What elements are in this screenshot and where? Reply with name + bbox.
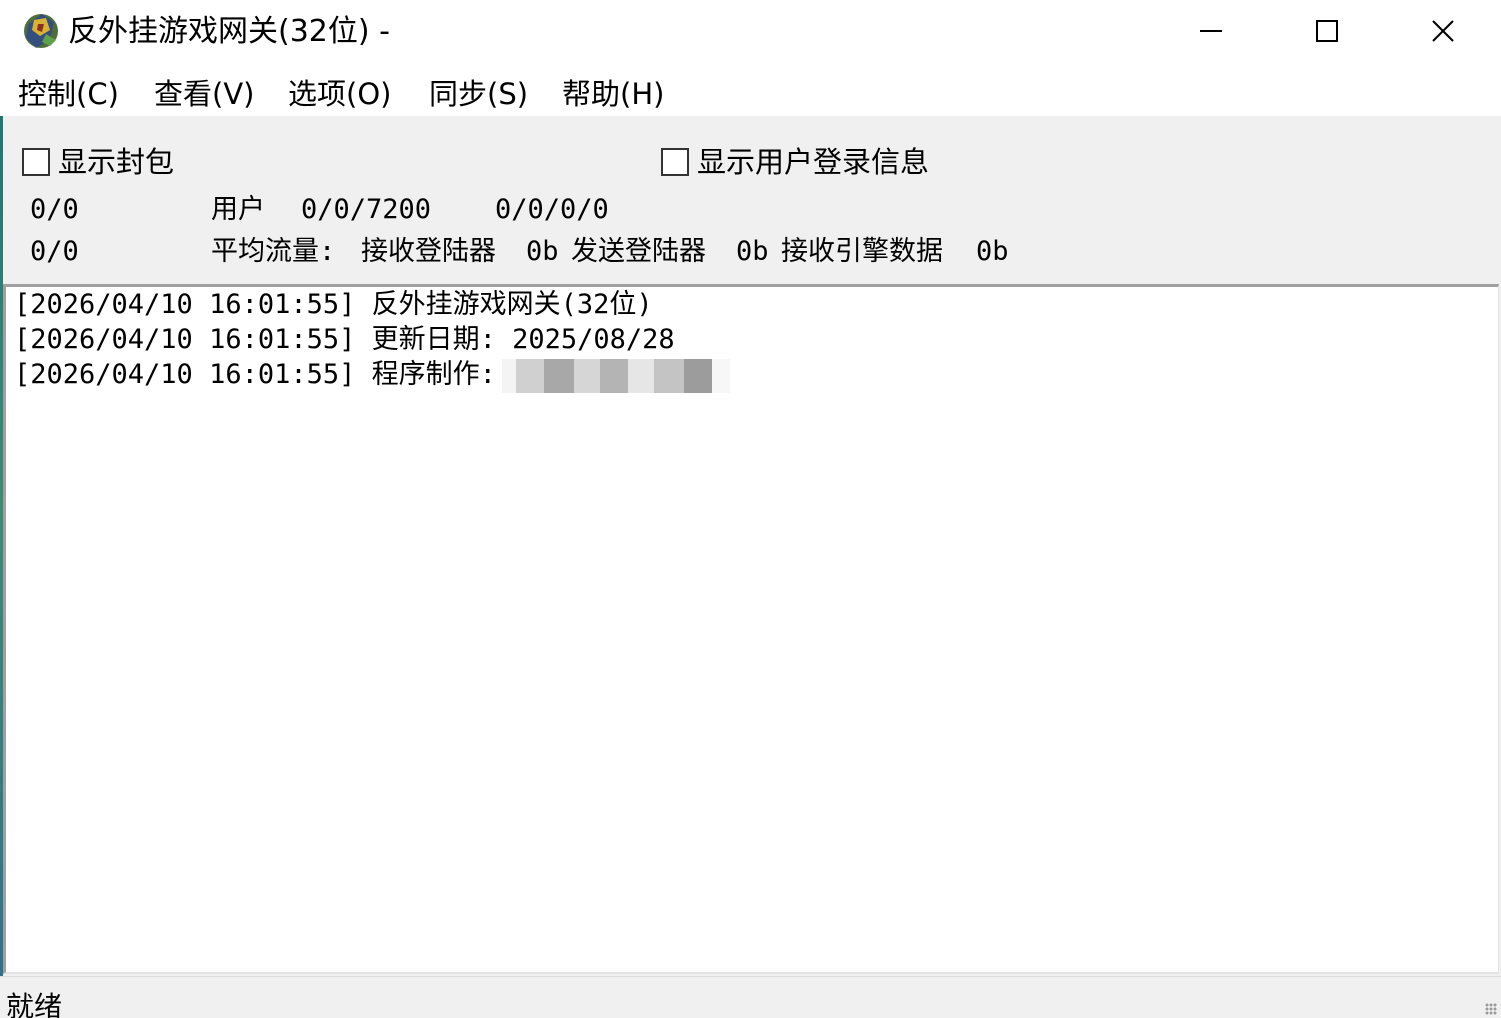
maximize-icon — [1316, 20, 1338, 42]
menu-sync[interactable]: 同步(S) — [429, 76, 528, 112]
menu-help[interactable]: 帮助(H) — [562, 76, 664, 112]
extra-counter: 0/0/0/0 — [495, 194, 609, 225]
minimize-button[interactable] — [1153, 0, 1269, 62]
window-title: 反外挂游戏网关(32位) - — [68, 14, 390, 49]
recv-login-value: 0b — [526, 236, 559, 267]
log-line-text: [2026/04/10 16:01:55] 程序制作: — [14, 359, 496, 390]
log-line: [2026/04/10 16:01:55] 更新日期: 2025/08/28 — [14, 324, 675, 355]
redacted-author — [501, 358, 730, 393]
close-button[interactable] — [1385, 0, 1501, 62]
app-icon — [20, 10, 62, 52]
recv-login-label: 接收登陆器 — [361, 236, 496, 267]
log-line: [2026/04/10 16:01:55] 反外挂游戏网关(32位) — [14, 289, 653, 320]
status-text: 就绪 — [6, 990, 63, 1018]
checkbox-box[interactable] — [22, 148, 50, 176]
checkbox-box[interactable] — [661, 148, 689, 176]
menu-bar: 控制(C) 查看(V) 选项(O) 同步(S) 帮助(H) — [0, 64, 1501, 116]
avg-traffic-label: 平均流量: — [211, 236, 336, 267]
minimize-icon — [1200, 20, 1222, 42]
show-login-info-label: 显示用户登录信息 — [697, 145, 930, 179]
show-login-info-checkbox[interactable]: 显示用户登录信息 — [661, 144, 929, 180]
send-login-value: 0b — [736, 236, 769, 267]
menu-view[interactable]: 查看(V) — [154, 76, 254, 112]
menu-control[interactable]: 控制(C) — [18, 76, 119, 112]
status-bar: 就绪 — [0, 976, 1501, 1018]
user-label: 用户 — [211, 194, 265, 225]
title-bar: 反外挂游戏网关(32位) - — [0, 0, 1501, 64]
packet-count: 0/0 — [30, 236, 79, 267]
user-count: 0/0/7200 — [301, 194, 432, 225]
status-panel: 显示封包 显示用户登录信息 0/0 用户 0/0/7200 0/0/0/0 0/… — [3, 116, 1501, 284]
connection-count: 0/0 — [30, 194, 79, 225]
log-view[interactable]: [2026/04/10 16:01:55] 反外挂游戏网关(32位) [2026… — [3, 284, 1499, 974]
resize-grip-icon[interactable] — [1485, 1003, 1497, 1015]
show-packets-label: 显示封包 — [58, 145, 175, 179]
close-icon — [1432, 20, 1454, 42]
menu-options[interactable]: 选项(O) — [288, 76, 391, 112]
log-line-author: [2026/04/10 16:01:55] 程序制作: — [14, 357, 730, 393]
recv-engine-label: 接收引擎数据 — [781, 236, 943, 267]
recv-engine-value: 0b — [976, 236, 1009, 267]
main-window: 反外挂游戏网关(32位) - 控制(C) 查看(V) 选项(O) 同步(S) 帮… — [0, 0, 1501, 1018]
send-login-label: 发送登陆器 — [571, 236, 706, 267]
maximize-button[interactable] — [1269, 0, 1385, 62]
show-packets-checkbox[interactable]: 显示封包 — [22, 144, 174, 180]
